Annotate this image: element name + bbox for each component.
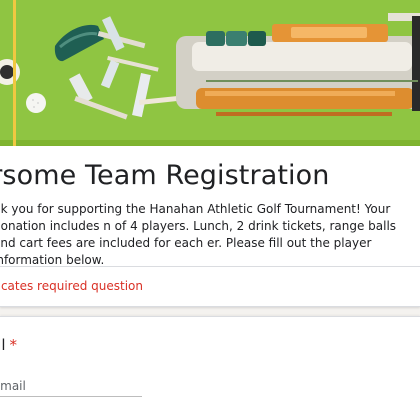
required-question-note: dicates required question [0, 279, 143, 293]
title-card-divider [0, 266, 420, 267]
golf-ball-icon [26, 93, 46, 113]
header-banner [0, 0, 420, 146]
email-question-card [0, 316, 420, 420]
email-input[interactable] [0, 376, 142, 397]
form-title: ursome Team Registration [0, 160, 330, 191]
required-star: * [9, 336, 18, 354]
banner-artwork [0, 0, 420, 146]
email-question-text: ail [0, 336, 6, 354]
form-description: nk you for supporting the Hanahan Athlet… [0, 202, 397, 267]
card-top-edge [0, 146, 420, 152]
email-question-label: ail* [0, 336, 17, 354]
form-page: ursome Team Registration nk you for supp… [0, 0, 420, 420]
